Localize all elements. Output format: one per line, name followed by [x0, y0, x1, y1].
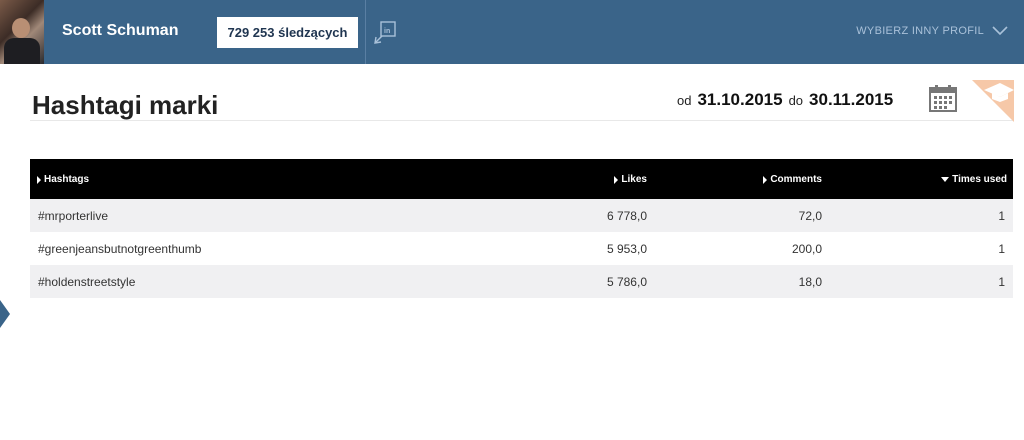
cell-comments: 72,0: [798, 209, 822, 223]
linkedin-export-icon[interactable]: in: [372, 20, 398, 46]
sort-descending-icon: [941, 177, 950, 182]
date-range: od 31.10.2015 do 30.11.2015: [677, 90, 893, 110]
svg-text:in: in: [384, 28, 390, 35]
date-to-label: do: [788, 93, 804, 108]
avatar-body: [4, 38, 40, 64]
avatar-face: [12, 18, 30, 38]
sort-arrow-icon: [37, 175, 41, 184]
page-title: Hashtagi marki: [32, 90, 219, 120]
cell-likes: 5 953,0: [606, 242, 647, 256]
column-header-comments[interactable]: Comments: [763, 174, 822, 185]
calendar-icon[interactable]: [929, 84, 957, 112]
hashtags-table: Hashtags Likes Comments Times used #mrpo…: [30, 159, 1013, 298]
followers-count-badge: 729 253 śledzących: [217, 17, 358, 48]
title-divider: [30, 120, 1013, 121]
table-row: #greenjeansbutnotgreenthumb 5 953,0 200,…: [30, 232, 1013, 265]
avatar[interactable]: [0, 0, 44, 64]
graduation-cap-icon[interactable]: [972, 80, 1014, 122]
date-to[interactable]: 30.11.2015: [809, 90, 893, 110]
cell-comments: 18,0: [798, 275, 822, 289]
date-from-label: od: [677, 93, 692, 108]
date-from[interactable]: 31.10.2015: [697, 90, 782, 110]
side-panel-toggle[interactable]: [0, 300, 10, 328]
table-body: #mrporterlive 6 778,0 72,0 1 #greenjeans…: [30, 199, 1013, 298]
cell-times-used: 1: [998, 209, 1005, 223]
cell-times-used: 1: [998, 275, 1005, 289]
profile-name[interactable]: Scott Schuman: [62, 22, 178, 40]
cell-likes: 5 786,0: [606, 275, 647, 289]
sort-arrow-icon: [763, 175, 768, 184]
sort-arrow-icon: [614, 175, 619, 184]
table-row: #holdenstreetstyle 5 786,0 18,0 1: [30, 265, 1013, 298]
column-label: Likes: [621, 174, 647, 185]
column-header-likes[interactable]: Likes: [614, 174, 647, 185]
table-header: Hashtags Likes Comments Times used: [30, 159, 1013, 199]
column-label: Times used: [952, 174, 1007, 185]
column-header-times-used[interactable]: Times used: [941, 174, 1007, 185]
column-header-hashtags[interactable]: Hashtags: [37, 174, 89, 185]
column-label: Comments: [770, 174, 822, 185]
top-bar: Scott Schuman 729 253 śledzących in WYBI…: [0, 0, 1024, 64]
header-divider: [365, 0, 366, 64]
cell-comments: 200,0: [791, 242, 822, 256]
choose-profile-label: WYBIERZ INNY PROFIL: [856, 25, 984, 37]
cell-hashtag[interactable]: #mrporterlive: [38, 209, 108, 223]
cell-likes: 6 778,0: [606, 209, 647, 223]
cell-hashtag[interactable]: #holdenstreetstyle: [38, 275, 135, 289]
cell-times-used: 1: [998, 242, 1005, 256]
choose-other-profile-button[interactable]: WYBIERZ INNY PROFIL: [856, 25, 1008, 37]
column-label: Hashtags: [44, 174, 90, 185]
table-row: #mrporterlive 6 778,0 72,0 1: [30, 199, 1013, 232]
chevron-down-icon: [992, 26, 1008, 36]
cell-hashtag[interactable]: #greenjeansbutnotgreenthumb: [38, 242, 201, 256]
